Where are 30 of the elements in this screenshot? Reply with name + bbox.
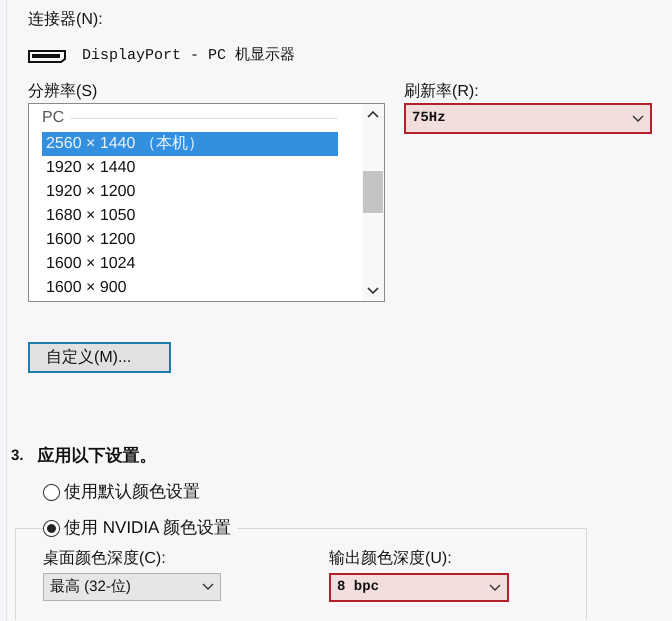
scroll-up-icon[interactable] <box>367 110 379 118</box>
radio-button[interactable] <box>43 484 60 500</box>
scrollbar[interactable] <box>362 104 384 301</box>
resolution-option[interactable]: 1920 × 1200 <box>42 180 338 204</box>
chevron-down-icon <box>489 584 501 592</box>
resolution-option[interactable]: 1600 × 900 <box>42 276 338 300</box>
chevron-down-icon <box>632 114 644 122</box>
color-depth-dropdown[interactable]: 最高 (32-位) <box>43 573 221 601</box>
field-label: 桌面颜色深度(C): <box>43 548 166 569</box>
resolution-option[interactable]: 1600 × 1200 <box>42 228 338 252</box>
section-heading: 应用以下设置。 <box>38 445 157 468</box>
scroll-down-icon[interactable] <box>367 287 379 295</box>
field-label: 连接器(N): <box>28 10 103 30</box>
field-label: 分辨率(S) <box>28 82 98 102</box>
customize-button[interactable]: 自定义(M)... <box>28 342 171 373</box>
refresh-rate-dropdown[interactable]: 75Hz <box>404 103 652 134</box>
group-header: PC <box>42 108 64 128</box>
output-depth-dropdown[interactable]: 8 bpc <box>329 573 509 602</box>
field-label: 刷新率(R): <box>404 82 479 102</box>
chevron-down-icon <box>202 583 214 591</box>
connector-name: DisplayPort - PC 机显示器 <box>82 46 296 66</box>
scroll-thumb[interactable] <box>363 171 383 213</box>
radio-button[interactable] <box>43 520 60 536</box>
step-number: 3. <box>11 446 24 466</box>
resolution-option[interactable]: 1680 × 1050 <box>42 204 338 228</box>
resolution-list[interactable]: PC 2560 × 1440 （本机） 1920 × 1440 1920 × 1200 1680 × 1050 1600 × 1200 1600 × 1024 1600 × 900 <box>28 103 385 302</box>
field-label: 输出颜色深度(U): <box>329 548 452 569</box>
display-port-icon <box>28 50 66 62</box>
resolution-option[interactable]: 1600 × 1024 <box>42 252 338 276</box>
resolution-option[interactable]: 1920 × 1440 <box>42 156 338 180</box>
